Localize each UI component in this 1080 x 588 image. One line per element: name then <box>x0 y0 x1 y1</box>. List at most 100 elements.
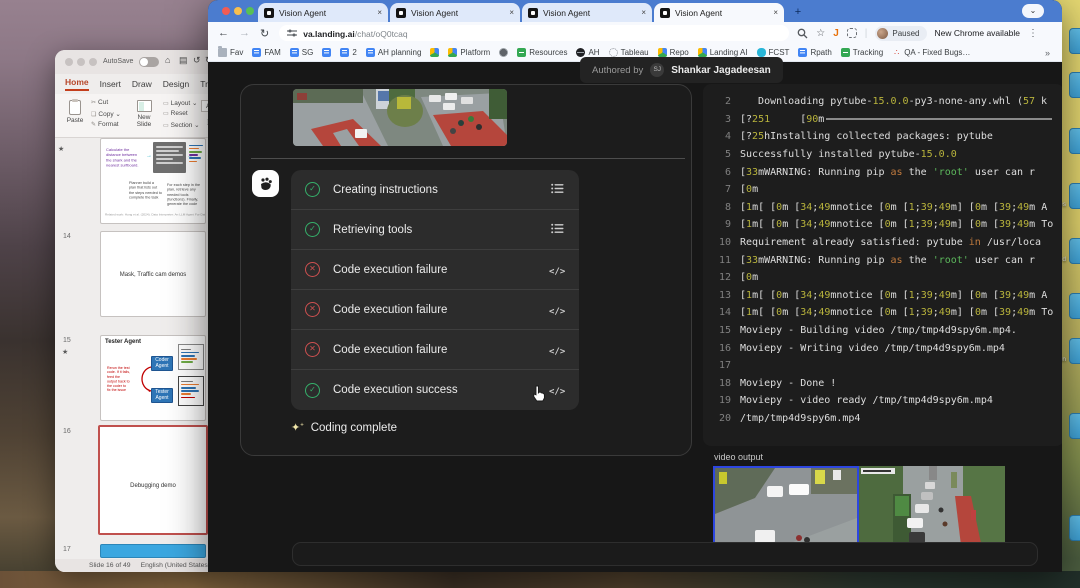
ribbon: Paste ✂Cut ❏Copy ⌄ ✎Format New Slide ▭La… <box>55 94 217 138</box>
bookmark-qa-fixed-bugs-[interactable]: ∴QA - Fixed Bugs… <box>892 48 970 57</box>
bookmark-rpath[interactable]: Rpath <box>798 48 831 57</box>
view-code-icon[interactable]: </> <box>549 261 565 279</box>
desktop-file-icon[interactable] <box>1069 338 1080 364</box>
extensions-icon[interactable] <box>847 28 857 38</box>
section-button[interactable]: ▭Section ⌄ <box>163 121 200 129</box>
tab-close-icon[interactable]: × <box>773 8 778 17</box>
terminal-output[interactable]: 2 Downloading pytube-15.0.0-py3-none-any… <box>703 84 1062 446</box>
browser-tab-1[interactable]: Vision Agent× <box>258 3 388 22</box>
slide-14-number: 14 <box>63 233 71 240</box>
bookmarks-overflow-icon[interactable]: » <box>1045 48 1050 58</box>
step-row-creating-instructions[interactable]: ✓Creating instructions <box>291 170 579 210</box>
desktop-file-icon[interactable] <box>1069 238 1080 264</box>
bookmark-fam[interactable]: FAM <box>252 48 280 57</box>
undo-icon[interactable]: ↺ <box>193 55 201 66</box>
browser-tab-2[interactable]: Vision Agent× <box>390 3 520 22</box>
bookmark-label: SG <box>302 48 314 57</box>
tab-favicon <box>396 8 406 18</box>
site-settings-icon[interactable] <box>287 29 297 37</box>
view-code-icon[interactable]: </> <box>549 301 565 319</box>
language-label[interactable]: English (United States) <box>141 562 211 569</box>
slide-15-thumbnail[interactable]: Tester Agent Rerun the test code. If it … <box>100 335 206 421</box>
extension-j-icon[interactable]: J <box>833 28 839 39</box>
kebab-menu-icon[interactable]: ⋮ <box>1028 28 1038 39</box>
bookmark-sg[interactable]: SG <box>290 48 314 57</box>
copy-button[interactable]: ❏Copy ⌄ <box>91 110 121 118</box>
save-icon[interactable]: ▤ <box>179 55 188 66</box>
zoom-search-icon[interactable] <box>797 28 808 39</box>
bookmark-tableau[interactable]: Tableau <box>609 48 649 57</box>
bookmark-label: Resources <box>529 48 567 57</box>
step-row-retrieving-tools[interactable]: ✓Retrieving tools <box>291 210 579 250</box>
close-window-button[interactable] <box>65 58 73 66</box>
tab-search-chevron-icon[interactable]: ⌄ <box>1022 4 1044 18</box>
slide-thumbnail-panel[interactable]: ★ Calculate the distance between the sha… <box>55 138 217 560</box>
bookmark-ah[interactable]: AH <box>576 48 599 57</box>
new-slide-button[interactable]: New Slide <box>131 98 157 134</box>
close-window-button[interactable] <box>222 7 230 15</box>
slide-13-planner-text: Planner build a plan that lists out the … <box>129 181 162 200</box>
slide-13-thumbnail[interactable]: Calculate the distance between the shark… <box>100 138 206 224</box>
slide-14-thumbnail[interactable]: Mask, Traffic cam demos <box>100 231 206 317</box>
back-button[interactable]: ← <box>218 27 229 39</box>
step-row-code-execution-failure[interactable]: ✕Code execution failure</> <box>291 330 579 370</box>
desktop-file-icon[interactable] <box>1069 515 1080 541</box>
bookmark-star-icon[interactable]: ☆ <box>816 28 825 39</box>
slide-16-thumbnail[interactable]: Debugging demo <box>98 425 208 535</box>
bookmark-tracking[interactable]: Tracking <box>841 48 883 57</box>
bookmark-icon[interactable] <box>322 48 331 57</box>
desktop-file-icon[interactable] <box>1069 128 1080 154</box>
zoom-window-button[interactable] <box>89 58 97 66</box>
home-icon[interactable]: ⌂ <box>165 55 170 65</box>
profile-pill[interactable]: Paused <box>875 26 926 41</box>
desktop-file-icon[interactable] <box>1069 72 1080 98</box>
address-bar[interactable]: va.landing.ai/chat/oQ0tcaq <box>279 25 789 41</box>
traffic-cam-image[interactable] <box>293 89 507 146</box>
layout-button[interactable]: ▭Layout ⌄ <box>163 99 197 107</box>
ribbon-tab-draw[interactable]: Draw <box>132 79 152 89</box>
view-code-icon[interactable]: </> <box>549 341 565 359</box>
bookmark-landing-ai[interactable]: Landing AI <box>698 48 748 57</box>
step-row-code-execution-failure[interactable]: ✕Code execution failure</> <box>291 290 579 330</box>
bookmark-icon[interactable] <box>430 48 439 57</box>
chrome-update-notice[interactable]: New Chrome available <box>935 28 1021 38</box>
desktop-file-icon[interactable] <box>1069 28 1080 54</box>
tab-close-icon[interactable]: × <box>377 8 382 17</box>
ribbon-tab-home[interactable]: Home <box>65 77 89 91</box>
reset-button[interactable]: ▭Reset <box>163 110 188 117</box>
step-row-code-execution-failure[interactable]: ✕Code execution failure</> <box>291 250 579 290</box>
chat-input-box[interactable] <box>292 542 1038 566</box>
bookmark-icon[interactable] <box>499 48 508 57</box>
bookmark-fcst[interactable]: FCST <box>757 48 790 57</box>
ribbon-tab-insert[interactable]: Insert <box>100 79 121 89</box>
slide-17-thumbnail[interactable] <box>100 544 206 558</box>
instructions-list-icon[interactable] <box>549 221 565 239</box>
minimize-window-button[interactable] <box>234 7 242 15</box>
bookmark-resources[interactable]: Resources <box>517 48 567 57</box>
format-painter-button[interactable]: ✎Format <box>91 121 119 128</box>
bookmark-platform[interactable]: Platform <box>448 48 490 57</box>
bookmark-2[interactable]: 2 <box>340 48 356 57</box>
forward-button[interactable]: → <box>239 27 250 39</box>
minimize-window-button[interactable] <box>77 58 85 66</box>
tab-close-icon[interactable]: × <box>641 8 646 17</box>
autosave-toggle[interactable] <box>139 57 159 67</box>
reload-button[interactable]: ↻ <box>260 27 269 40</box>
view-code-icon[interactable]: </> <box>549 381 565 399</box>
bookmark-fav[interactable]: Fav <box>218 48 243 57</box>
tab-close-icon[interactable]: × <box>509 8 514 17</box>
browser-tab-3[interactable]: Vision Agent× <box>522 3 652 22</box>
cut-button[interactable]: ✂Cut <box>91 99 108 106</box>
zoom-window-button[interactable] <box>246 7 254 15</box>
instructions-list-icon[interactable] <box>549 181 565 199</box>
bookmark-repo[interactable]: Repo <box>658 48 689 57</box>
desktop-file-icon[interactable] <box>1069 183 1080 209</box>
paste-button[interactable]: Paste <box>63 98 87 134</box>
powerpoint-titlebar[interactable]: AutoSave ⌂ ▤ ↺ ↻ ⋯ <box>55 50 217 74</box>
bookmark-ah-planning[interactable]: AH planning <box>366 48 422 57</box>
desktop-file-icon[interactable] <box>1069 293 1080 319</box>
ribbon-tab-design[interactable]: Design <box>163 79 189 89</box>
desktop-file-icon[interactable] <box>1069 413 1080 439</box>
new-tab-button[interactable]: + <box>792 6 804 18</box>
browser-tab-4[interactable]: Vision Agent× <box>654 3 784 22</box>
